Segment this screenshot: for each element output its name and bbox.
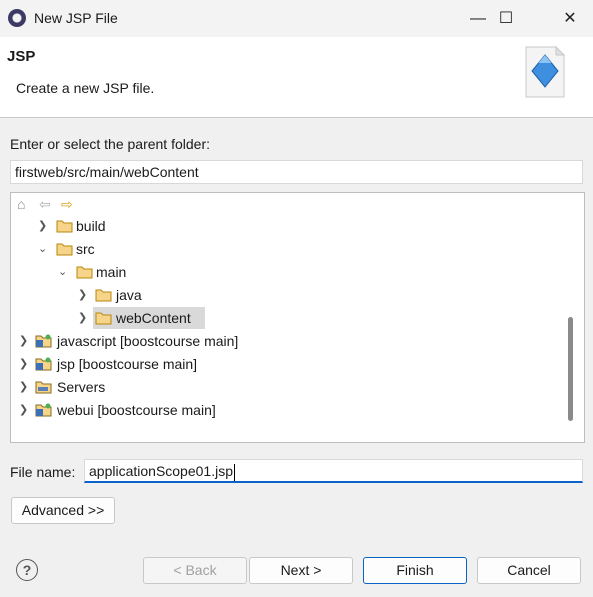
chevron-right-icon[interactable]: ❯ [19, 399, 31, 421]
tree-item-label: Servers [57, 379, 106, 395]
project-icon [35, 403, 52, 417]
wizard-header: JSP Create a new JSP file. [0, 37, 593, 118]
tree-item-label: jsp [boostcourse main] [57, 356, 198, 372]
tree-item-javascript[interactable]: ❯ javascript [boostcourse main] [11, 330, 551, 352]
tree-item-webui[interactable]: ❯ webui [boostcourse main] [11, 399, 551, 421]
folder-icon [95, 289, 112, 302]
window-title: New JSP File [34, 10, 118, 26]
advanced-button[interactable]: Advanced >> [11, 497, 115, 524]
back-button[interactable]: < Back [143, 557, 247, 584]
project-icon [35, 357, 52, 371]
tree-item-label: main [96, 264, 127, 280]
tree-item-jsp[interactable]: ❯ jsp [boostcourse main] [11, 353, 551, 375]
tree-item-java[interactable]: ❯ java [11, 284, 551, 306]
text-caret [234, 463, 235, 481]
back-arrow-icon[interactable]: ⇦ [39, 196, 51, 213]
folder-open-icon [76, 266, 93, 279]
folder-icon [95, 312, 112, 325]
chevron-down-icon[interactable]: ⌄ [38, 238, 50, 260]
help-icon[interactable]: ? [16, 559, 38, 581]
project-icon [35, 334, 52, 348]
servers-folder-icon [35, 381, 52, 394]
chevron-right-icon[interactable]: ❯ [19, 376, 31, 398]
close-button[interactable]: ✕ [547, 0, 593, 37]
tree-item-label: build [76, 218, 106, 234]
maximize-button[interactable]: ☐ [483, 0, 529, 37]
tree-item-label: webui [boostcourse main] [57, 402, 216, 418]
forward-arrow-icon[interactable]: ⇨ [61, 196, 73, 213]
tree-scrollbar[interactable] [568, 317, 573, 421]
file-name-value: applicationScope01.jsp [89, 463, 233, 479]
folder-tree[interactable]: ⌂ ⇦ ⇨ ❯ build ⌄ src ⌄ main ❯ java ❯ webC… [10, 192, 585, 443]
chevron-right-icon[interactable]: ❯ [38, 215, 50, 237]
title-bar: New JSP File — ☐ ✕ [0, 0, 593, 37]
tree-item-src[interactable]: ⌄ src [11, 238, 551, 260]
parent-folder-input[interactable]: firstweb/src/main/webContent [10, 160, 583, 184]
chevron-down-icon[interactable]: ⌄ [58, 261, 70, 283]
chevron-right-icon[interactable]: ❯ [19, 353, 31, 375]
home-icon[interactable]: ⌂ [17, 196, 25, 212]
next-button[interactable]: Next > [249, 557, 353, 584]
jsp-wizard-icon [525, 45, 566, 98]
finish-button[interactable]: Finish [363, 557, 467, 584]
chevron-right-icon[interactable]: ❯ [78, 307, 90, 329]
page-title: JSP [7, 48, 36, 65]
tree-item-servers[interactable]: ❯ Servers [11, 376, 551, 398]
folder-icon [56, 220, 73, 233]
eclipse-icon [8, 9, 26, 27]
tree-item-label: src [76, 241, 95, 257]
tree-item-main[interactable]: ⌄ main [11, 261, 551, 283]
tree-item-label: webContent [116, 310, 191, 326]
page-subtitle: Create a new JSP file. [16, 80, 155, 96]
folder-open-icon [56, 243, 73, 256]
tree-item-label: javascript [boostcourse main] [57, 333, 239, 349]
file-name-label: File name: [10, 464, 76, 480]
tree-item-webcontent[interactable]: ❯ webContent [11, 307, 551, 329]
tree-item-label: java [116, 287, 142, 303]
chevron-right-icon[interactable]: ❯ [19, 330, 31, 352]
chevron-right-icon[interactable]: ❯ [78, 284, 90, 306]
parent-folder-label: Enter or select the parent folder: [10, 136, 210, 152]
file-name-input[interactable]: applicationScope01.jsp [84, 459, 583, 483]
tree-item-build[interactable]: ❯ build [11, 215, 551, 237]
cancel-button[interactable]: Cancel [477, 557, 581, 584]
